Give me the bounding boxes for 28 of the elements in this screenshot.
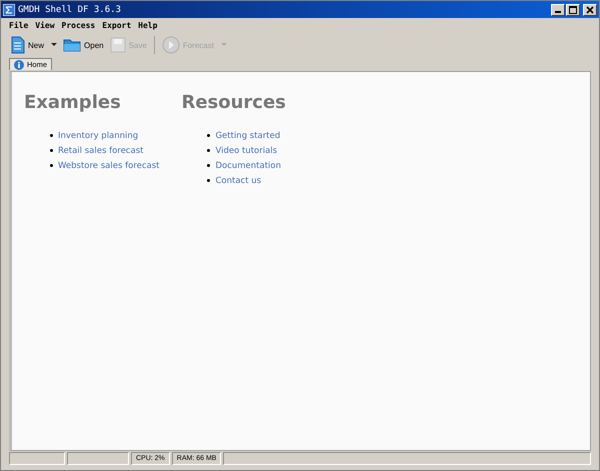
status-pane (9, 452, 65, 465)
close-button[interactable] (583, 4, 597, 16)
menu-item[interactable]: File (9, 21, 28, 30)
link[interactable]: Contact us (215, 176, 262, 186)
app-icon (3, 4, 15, 16)
link[interactable]: Retail sales forecast (58, 146, 144, 156)
maximize-button[interactable] (566, 4, 580, 16)
link[interactable]: Getting started (215, 130, 280, 140)
document-icon (11, 36, 25, 54)
menu-item[interactable]: Export (102, 21, 132, 30)
menu-item[interactable]: View (35, 21, 55, 30)
section-heading: Resources (181, 92, 286, 114)
window-title: GMDH Shell DF 3.6.3 (18, 4, 121, 14)
section-heading: Examples (24, 92, 122, 114)
maximize-icon (569, 6, 577, 14)
open-button[interactable]: Open (61, 35, 106, 55)
link[interactable]: Video tutorials (215, 146, 278, 156)
menu-item[interactable]: Process (62, 21, 96, 30)
link[interactable]: Inventory planning (58, 130, 138, 140)
status-pane (67, 452, 129, 465)
play-icon (162, 36, 180, 54)
menu-item[interactable]: Help (138, 21, 158, 30)
new-button[interactable]: New (9, 35, 60, 55)
link[interactable]: Documentation (215, 160, 281, 170)
link[interactable]: Webstore sales forecast (58, 160, 160, 170)
close-icon (586, 6, 594, 14)
folder-icon (63, 38, 82, 52)
minimize-button[interactable] (551, 4, 565, 16)
